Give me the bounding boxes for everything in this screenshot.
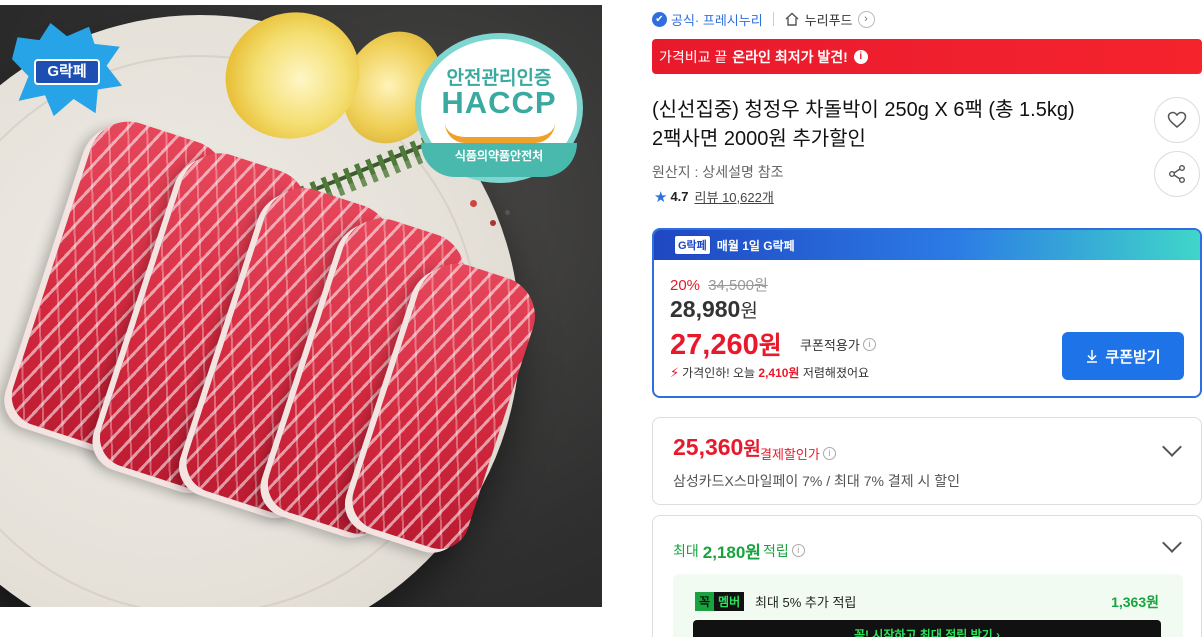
coupon-note: 쿠폰적용가 i [800, 335, 876, 354]
chevron-down-icon[interactable] [1162, 437, 1182, 457]
rating-value: 4.7 [670, 189, 689, 204]
banner-prefix: 가격비교 끝 [659, 48, 728, 65]
review-link[interactable]: 리뷰 10,622개 [695, 187, 774, 206]
card-discount-tag-text: 결제할인가 [760, 447, 820, 462]
card-discount-price-unit: 원 [743, 439, 761, 460]
card-discount-box[interactable]: 25,360원 결제할인가 i 삼성카드X스마일페이 7% / 최대 7% 결제… [652, 417, 1202, 505]
price-drop-suffix: 저렴해졌어요 [802, 366, 870, 380]
coupon-note-text: 쿠폰적용가 [800, 338, 860, 353]
spice-graphic [505, 210, 510, 215]
price-drop-prefix: 가격인하! 오늘 [682, 366, 756, 380]
spice-graphic [470, 200, 477, 207]
official-seller-link[interactable]: · 프레시누리 [695, 10, 763, 29]
g-festival-mini-badge: G락페 [674, 235, 711, 255]
points-box[interactable]: 최대 2,180원 적립 i 꼭 멤버 최대 5% 추가 적립 1,363원 꼭!… [652, 515, 1202, 637]
haccp-main-text: HACCP [441, 85, 557, 120]
info-icon[interactable]: i [853, 49, 868, 64]
info-icon[interactable]: i [822, 447, 836, 460]
chevron-down-icon[interactable] [1162, 533, 1182, 553]
price-drop-amount: 2,410원 [758, 366, 800, 380]
haccp-band-text: 식품의약품안전처 [421, 143, 577, 177]
banner-highlight: 온라인 최저가 발견! [732, 48, 848, 65]
haccp-swoosh-graphic [445, 123, 555, 143]
product-title-line1: (신선집중) 청정우 차돌박이 250g X 6팩 (총 1.5kg) [652, 99, 1075, 121]
product-info-panel: ✔ 공식 · 프레시누리 누리푸드 › 가격비교 끝 온라인 최저가 발견! i… [652, 0, 1204, 637]
price-drop-note: ⚡ 가격인하! 오늘 2,410원 저렴해졌어요 [670, 364, 869, 381]
chevron-right-icon[interactable]: › [857, 10, 875, 28]
share-icon [1169, 165, 1185, 183]
card-discount-price: 25,360원 [673, 434, 761, 461]
points-suffix: 적립 [762, 542, 789, 559]
membership-badge: 꼭 멤버 [695, 592, 745, 611]
official-shield-icon: ✔ [652, 11, 667, 27]
g-festival-badge-label: G락페 [34, 59, 100, 85]
info-icon[interactable]: i [791, 544, 805, 557]
download-icon [1087, 350, 1098, 363]
membership-badge-a: 꼭 [695, 592, 715, 611]
wishlist-button[interactable] [1154, 97, 1200, 143]
sale-price-unit: 원 [740, 301, 758, 322]
discount-percent: 20% [670, 277, 701, 294]
share-button[interactable] [1154, 151, 1200, 197]
star-icon: ★ [654, 188, 668, 206]
card-discount-price-value: 25,360 [673, 434, 744, 460]
points-prefix: 최대 [673, 542, 699, 559]
membership-value: 1,363원 [1111, 594, 1159, 610]
spice-graphic [490, 220, 496, 226]
g-festival-badge: G락페 [12, 23, 122, 118]
info-icon[interactable]: i [862, 338, 876, 351]
card-discount-tag: 결제할인가 i [760, 444, 836, 463]
points-amount: 2,180원 [702, 543, 761, 562]
original-price: 34,500원 [708, 277, 768, 294]
lowest-price-banner[interactable]: 가격비교 끝 온라인 최저가 발견! i [652, 39, 1202, 74]
g-festival-header-text: 매월 1일 G락페 [716, 238, 795, 253]
origin-info: 원산지 : 상세설명 참조 [652, 164, 784, 180]
membership-cta-button[interactable]: 꼭! 시작하고 최대 적립 받기 › [693, 620, 1161, 637]
sale-price-value: 28,980 [670, 296, 741, 322]
membership-text: 최대 5% 추가 적립 [755, 595, 857, 610]
membership-points-box: 꼭 멤버 최대 5% 추가 적립 1,363원 꼭! 시작하고 최대 적립 받기 … [673, 574, 1183, 637]
points-title: 최대 2,180원 적립 i [673, 538, 805, 563]
sale-price: 28,980원 [670, 296, 758, 323]
product-title: (신선집중) 청정우 차돌박이 250g X 6팩 (총 1.5kg) 2팩사면… [652, 96, 1132, 154]
product-title-line2: 2팩사면 2000원 추가할인 [652, 128, 866, 150]
review-count: 10,622개 [722, 190, 774, 205]
coupon-price-unit: 원 [758, 332, 782, 360]
original-price-row: 20% 34,500원 [670, 274, 768, 295]
brand-store-link[interactable]: 누리푸드 [805, 10, 853, 29]
seller-row: ✔ 공식 · 프레시누리 누리푸드 › [652, 9, 875, 29]
membership-badge-b: 멤버 [714, 592, 745, 611]
product-image[interactable]: 안전관리인증 HACCP 식품의약품안전처 G락페 [0, 5, 602, 607]
heart-icon [1167, 111, 1187, 128]
haccp-certification-seal: 안전관리인증 HACCP 식품의약품안전처 [415, 33, 583, 183]
g-festival-header: G락페 매월 1일 G락페 [654, 230, 1200, 260]
home-icon [785, 12, 799, 26]
get-coupon-button[interactable]: 쿠폰받기 [1062, 332, 1184, 380]
coupon-price-box: G락페 매월 1일 G락페 20% 34,500원 28,980원 27,260… [652, 228, 1202, 398]
lightning-icon: ⚡ [670, 364, 680, 380]
official-label: 공식 [671, 12, 695, 28]
get-coupon-label: 쿠폰받기 [1105, 348, 1161, 366]
coupon-price: 27,260원 [670, 326, 782, 362]
card-discount-desc: 삼성카드X스마일페이 7% / 최대 7% 결제 시 할인 [673, 473, 961, 489]
rating-row: ★ 4.7 리뷰 10,622개 [654, 187, 774, 206]
divider [772, 12, 774, 26]
review-label: 리뷰 [694, 190, 719, 205]
coupon-price-value: 27,260 [670, 329, 759, 361]
